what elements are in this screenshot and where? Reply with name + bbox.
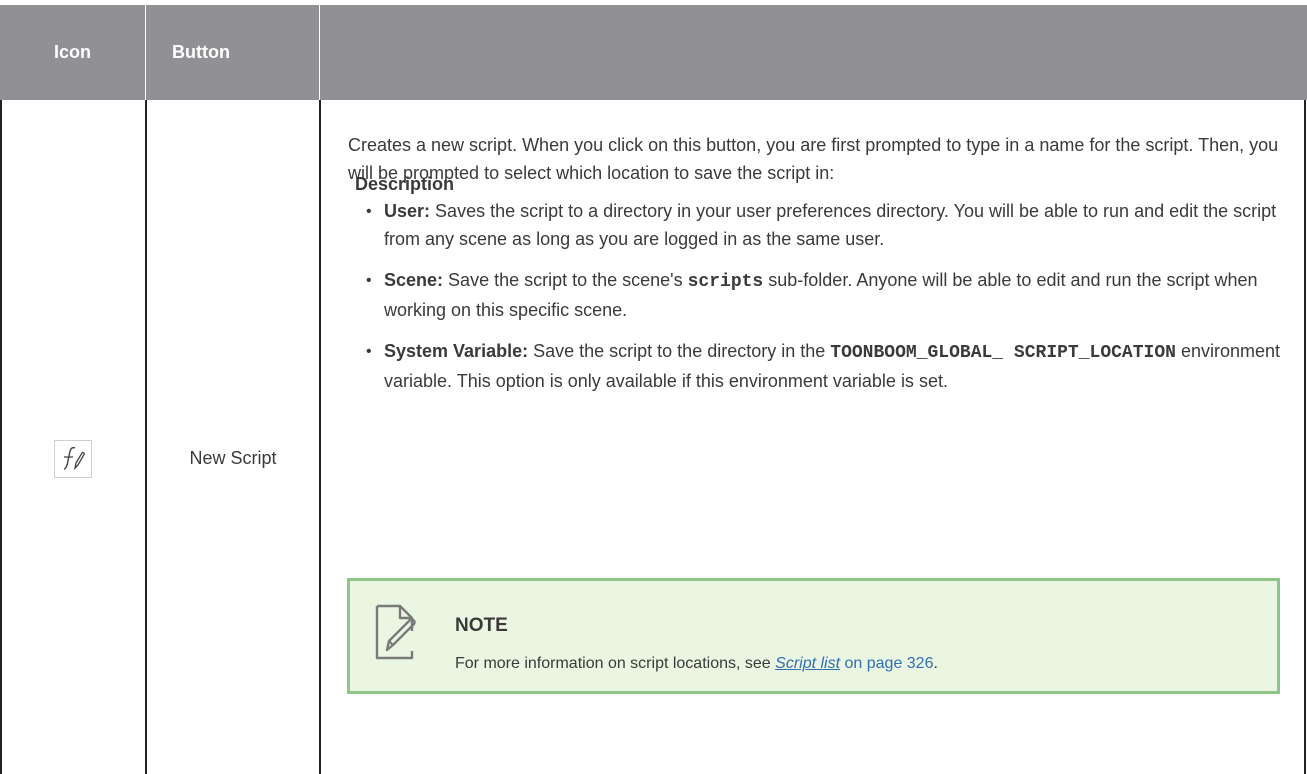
list-item: System Variable: Save the script to the …: [366, 338, 1280, 395]
note-pencil-icon: [374, 603, 418, 660]
location-options-list: User: Saves the script to a directory in…: [348, 198, 1280, 395]
note-text-pre: For more information on script locations…: [455, 655, 771, 672]
column-border: [319, 100, 321, 774]
description-intro: Creates a new script. When you click on …: [348, 135, 1279, 183]
list-item: Scene: Save the script to the scene's sc…: [366, 267, 1280, 324]
script-list-link[interactable]: Script list: [775, 655, 840, 672]
option-label: Scene:: [384, 270, 444, 290]
note-text-post: .: [933, 655, 938, 672]
note-box: NOTE For more information on script loca…: [347, 578, 1280, 694]
note-title: NOTE: [455, 615, 508, 636]
header-button: Button: [172, 42, 230, 62]
header-divider: [319, 5, 320, 100]
page-reference-link[interactable]: on page 326: [845, 655, 934, 672]
table-header: Icon Button Description: [0, 5, 1307, 194]
header-icon: Icon: [53, 42, 91, 62]
option-code: TOONBOOM_GLOBAL_ SCRIPT_LOCATION: [830, 343, 1176, 363]
option-text: Saves the script to a directory in your …: [384, 201, 1277, 249]
option-text: Save the script to the scene's: [448, 270, 683, 290]
option-text: Save the script to the directory in the: [533, 341, 826, 361]
header-divider: [145, 5, 146, 100]
note-text: For more information on script locations…: [455, 655, 938, 673]
option-code: scripts: [687, 272, 764, 292]
option-label: User:: [384, 201, 431, 221]
description-cell: Creates a new script. When you click on …: [348, 132, 1280, 409]
new-script-icon: [54, 440, 92, 478]
tool-table: Icon Button Description New Script Creat…: [0, 0, 1307, 774]
option-label: System Variable:: [384, 341, 529, 361]
column-border: [0, 100, 2, 774]
list-item: User: Saves the script to a directory in…: [366, 198, 1280, 253]
column-border: [1304, 100, 1306, 774]
button-name: New Script: [189, 448, 277, 468]
column-border: [145, 100, 147, 774]
